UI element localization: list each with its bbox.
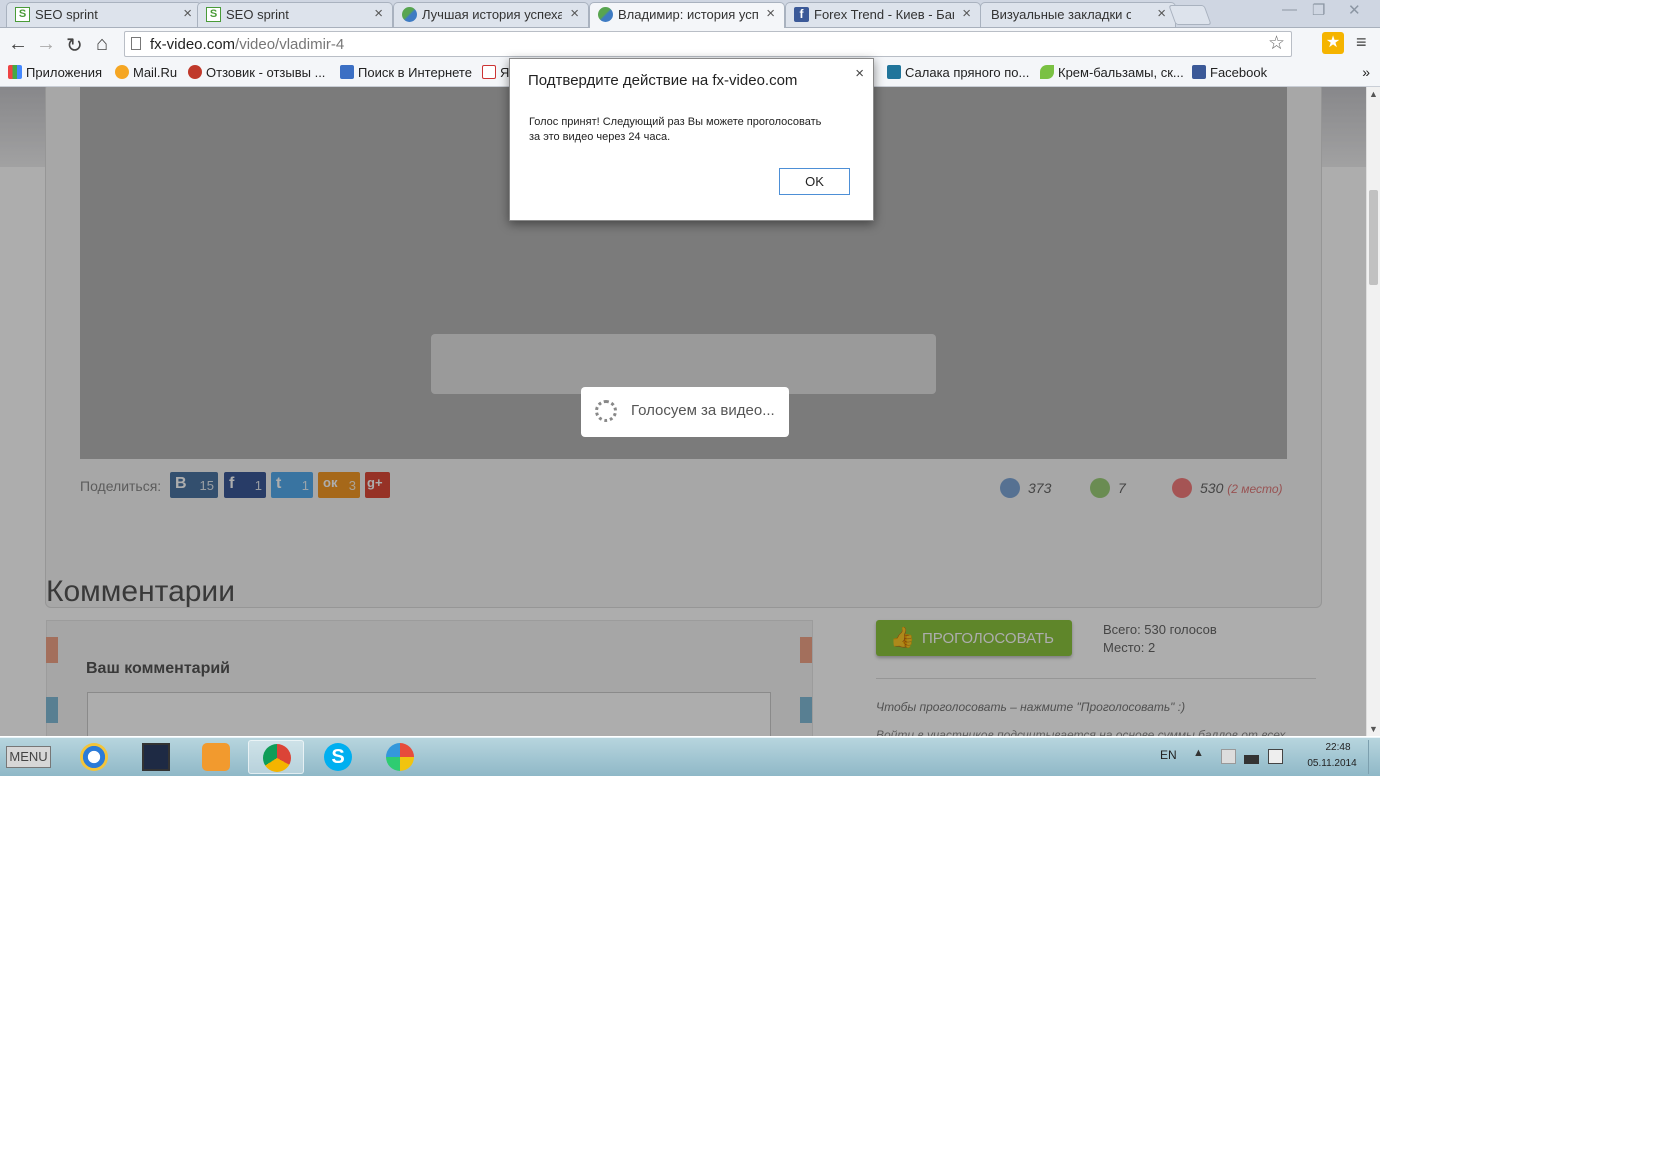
close-window-icon[interactable]: ✕ [1348, 1, 1361, 19]
signal-icon[interactable] [1244, 749, 1259, 764]
new-tab-button[interactable] [1168, 5, 1212, 25]
dialog-title: Подтвердите действие на fx-video.com [528, 72, 798, 89]
search-icon [340, 65, 354, 79]
show-desktop-button[interactable] [1368, 740, 1379, 774]
tab-close-icon[interactable]: × [766, 5, 775, 22]
tab-4-active[interactable]: Владимир: история успе × [589, 2, 785, 28]
tab-title: Forex Trend - Киев - Банк [814, 7, 954, 22]
tab-1[interactable]: S SEO sprint × [6, 2, 202, 27]
taskbar-app-media[interactable] [188, 740, 244, 774]
tab-title: SEO sprint [226, 7, 289, 22]
address-bar[interactable]: fx-video.com/video/vladimir-4 ☆ [124, 31, 1292, 57]
taskbar-app-skype[interactable]: S [310, 740, 366, 774]
forward-arrow-icon[interactable]: → [36, 33, 56, 56]
chrome-icon [263, 744, 291, 772]
skype-icon: S [324, 743, 352, 771]
battery-icon[interactable] [1268, 749, 1283, 764]
seo-sprint-icon: S [206, 7, 221, 22]
page-scrollbar[interactable]: ▲ ▼ [1366, 87, 1380, 736]
bookmark-facebook[interactable]: Facebook [1192, 65, 1267, 80]
browser-toolbar: ← → ↻ ⌂ fx-video.com/video/vladimir-4 ☆ … [0, 28, 1380, 62]
bookmark-star-icon[interactable]: ☆ [1268, 32, 1285, 55]
globe-icon [598, 7, 613, 22]
restore-icon[interactable]: ❐ [1312, 1, 1325, 19]
hamburger-menu-icon[interactable]: ≡ [1356, 32, 1367, 53]
facebook-icon: f [794, 7, 809, 22]
apps-icon [8, 65, 22, 79]
confirm-dialog: Подтвердите действие на fx-video.com × Г… [509, 58, 874, 221]
tab-close-icon[interactable]: × [183, 5, 192, 22]
url-text: fx-video.com/video/vladimir-4 [150, 36, 345, 53]
bookmark-otzovik[interactable]: Отзовик - отзывы ... [188, 65, 325, 80]
facebook-icon [1192, 65, 1206, 79]
spinner-icon [595, 400, 617, 422]
paint-icon [386, 743, 414, 771]
ok-button[interactable]: OK [779, 168, 850, 195]
yandex-icon [482, 65, 496, 79]
screen: S SEO sprint × S SEO sprint × Лучшая ист… [0, 0, 1380, 776]
back-arrow-icon[interactable]: ← [8, 33, 28, 56]
taskbar-app-chrome[interactable] [248, 740, 304, 774]
bookmark-search[interactable]: Поиск в Интернете [340, 65, 472, 80]
dialog-close-icon[interactable]: × [855, 65, 864, 82]
tab-5[interactable]: f Forex Trend - Киев - Банк × [785, 2, 981, 27]
tab-close-icon[interactable]: × [374, 5, 383, 22]
tab-close-icon[interactable]: × [1157, 5, 1166, 22]
clock-date[interactable]: 05.11.2014 [1302, 758, 1362, 769]
scroll-up-icon[interactable]: ▲ [1369, 89, 1378, 99]
dialog-message: Голос принят! Следующий раз Вы можете пр… [529, 116, 822, 143]
minimize-icon[interactable]: — [1282, 1, 1297, 18]
tab-3[interactable]: Лучшая история успеха × [393, 2, 589, 27]
bookmark-yandex[interactable]: Я [482, 65, 509, 80]
leaf-icon [1040, 65, 1054, 79]
tab-title: Лучшая история успеха [422, 7, 562, 22]
tray-expand-icon[interactable]: ▲ [1193, 747, 1204, 759]
mailru-icon [115, 65, 129, 79]
tab-close-icon[interactable]: × [570, 5, 579, 22]
tab-title: SEO sprint [35, 7, 98, 22]
bookmarks-overflow-icon[interactable]: » [1362, 64, 1370, 80]
extension-star-icon[interactable]: ★ [1322, 32, 1344, 54]
page-icon [131, 37, 141, 50]
reload-icon[interactable]: ↻ [66, 33, 83, 58]
monitor-icon [142, 743, 170, 771]
media-player-icon [202, 743, 230, 771]
globe-icon [402, 7, 417, 22]
taskbar-app-monitor[interactable] [128, 740, 184, 774]
wordpress-icon [887, 65, 901, 79]
windows-taskbar: MENU S EN ▲ 22:48 05.11.2014 [0, 737, 1380, 776]
scroll-thumb[interactable] [1369, 190, 1378, 285]
language-indicator[interactable]: EN [1160, 748, 1177, 762]
taskbar-app-paint[interactable] [372, 740, 428, 774]
tab-title: Владимир: история успе [618, 7, 758, 22]
network-error-icon[interactable] [1221, 749, 1236, 764]
otzovik-icon [188, 65, 202, 79]
tab-close-icon[interactable]: × [962, 5, 971, 22]
home-icon[interactable]: ⌂ [96, 33, 108, 56]
bookmark-mailru[interactable]: Mail.Ru [115, 65, 177, 80]
tab-2[interactable]: S SEO sprint × [197, 2, 393, 27]
bookmark-salaka[interactable]: Салака пряного по... [887, 65, 1029, 80]
bookmark-krem[interactable]: Крем-бальзамы, ск... [1040, 65, 1184, 80]
clock-time[interactable]: 22:48 [1318, 742, 1358, 753]
seo-sprint-icon: S [15, 7, 30, 22]
tab-title: Визуальные закладки онла [991, 7, 1131, 22]
taskbar-app-ie[interactable] [66, 740, 122, 774]
scroll-down-icon[interactable]: ▼ [1369, 724, 1378, 734]
start-menu-button[interactable]: MENU [6, 746, 51, 768]
tab-strip: S SEO sprint × S SEO sprint × Лучшая ист… [0, 0, 1380, 28]
internet-explorer-icon [80, 743, 108, 771]
voting-status-toast: Голосуем за видео... [581, 387, 789, 437]
bookmark-apps[interactable]: Приложения [8, 65, 102, 80]
tab-6[interactable]: Визуальные закладки онла × [980, 2, 1176, 27]
